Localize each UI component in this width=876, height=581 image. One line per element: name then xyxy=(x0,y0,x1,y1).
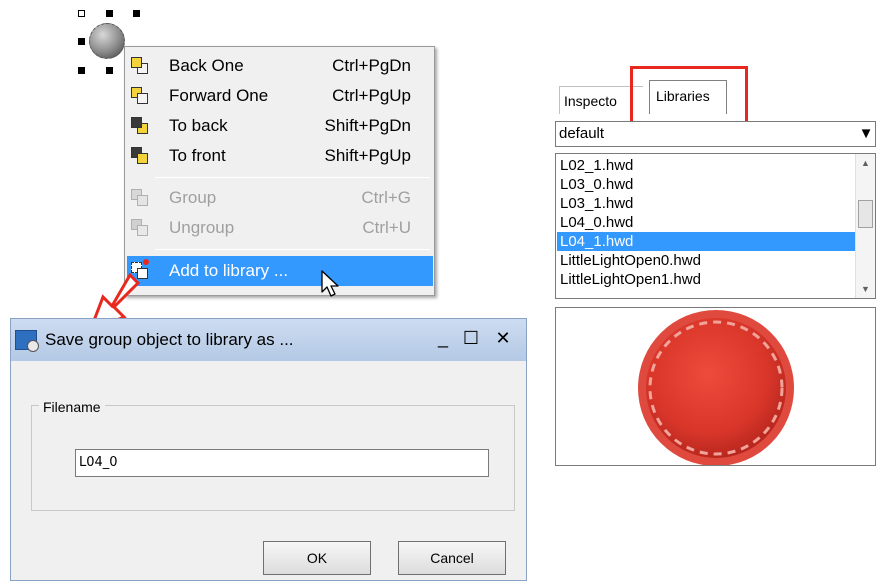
library-preview xyxy=(555,307,876,466)
gray-knob-object[interactable] xyxy=(89,23,125,59)
menu-separator xyxy=(155,249,430,250)
scroll-up-icon[interactable]: ▲ xyxy=(861,158,870,168)
scroll-down-icon[interactable]: ▼ xyxy=(861,284,870,294)
filename-input[interactable]: L04_0 xyxy=(75,449,489,477)
dialog-title-bar[interactable]: Save group object to library as ... _ ☐ … xyxy=(11,319,526,361)
menu-item-to-back[interactable]: To back Shift+PgDn xyxy=(127,111,433,141)
scroll-thumb[interactable] xyxy=(858,200,873,228)
menu-item-shortcut: Shift+PgDn xyxy=(324,116,411,135)
forward-one-icon xyxy=(131,87,149,105)
menu-item-shortcut: Ctrl+PgDn xyxy=(332,56,411,75)
library-select[interactable]: default ▼ xyxy=(555,121,876,147)
menu-item-ungroup[interactable]: Ungroup Ctrl+U xyxy=(127,213,433,243)
menu-item-group[interactable]: Group Ctrl+G xyxy=(127,183,433,213)
menu-item-shortcut: Ctrl+U xyxy=(362,218,411,237)
list-item[interactable]: L03_1.hwd xyxy=(557,194,855,213)
context-menu: Back One Ctrl+PgDn Forward One Ctrl+PgUp… xyxy=(124,46,435,296)
resize-handle[interactable] xyxy=(78,10,85,17)
red-highlight-box xyxy=(630,66,748,126)
filename-group-label: Filename xyxy=(39,399,105,415)
list-item[interactable]: LittleLightOpen1.hwd xyxy=(557,270,855,288)
menu-item-back-one[interactable]: Back One Ctrl+PgDn xyxy=(127,51,433,81)
close-button[interactable]: ✕ xyxy=(491,327,515,351)
list-item[interactable]: L04_0.hwd xyxy=(557,213,855,232)
ok-button[interactable]: OK xyxy=(263,541,371,575)
menu-item-forward-one[interactable]: Forward One Ctrl+PgUp xyxy=(127,81,433,111)
resize-handle[interactable] xyxy=(106,67,113,74)
maximize-button[interactable]: ☐ xyxy=(459,327,483,351)
dialog-title: Save group object to library as ... xyxy=(45,330,294,349)
list-item[interactable]: L02_1.hwd xyxy=(557,156,855,175)
menu-item-add-to-library[interactable]: Add to library ... xyxy=(127,256,433,286)
to-front-icon xyxy=(131,147,149,165)
vertical-scrollbar[interactable]: ▲ ▼ xyxy=(855,154,875,298)
minimize-button[interactable]: _ xyxy=(431,327,455,351)
resize-handle[interactable] xyxy=(133,10,140,17)
menu-item-shortcut: Shift+PgUp xyxy=(324,146,411,165)
group-icon xyxy=(131,189,149,207)
mouse-cursor-icon xyxy=(321,270,339,297)
app-icon xyxy=(15,330,39,352)
menu-item-to-front[interactable]: To front Shift+PgUp xyxy=(127,141,433,171)
ungroup-icon xyxy=(131,219,149,237)
menu-item-label: Add to library ... xyxy=(169,261,289,280)
back-one-icon xyxy=(131,57,149,75)
library-file-list[interactable]: L02_1.hwd L03_0.hwd L03_1.hwd L04_0.hwd … xyxy=(555,153,876,299)
menu-item-shortcut: Ctrl+G xyxy=(361,188,411,207)
save-to-library-dialog: Save group object to library as ... _ ☐ … xyxy=(10,318,527,581)
list-item-selected[interactable]: L04_1.hwd xyxy=(557,232,855,251)
list-item[interactable]: L03_0.hwd xyxy=(557,175,855,194)
menu-item-shortcut: Ctrl+PgUp xyxy=(332,86,411,105)
cancel-button[interactable]: Cancel xyxy=(398,541,506,575)
chevron-down-icon[interactable]: ▼ xyxy=(857,122,875,146)
list-item[interactable]: LittleLightOpen0.hwd xyxy=(557,251,855,270)
resize-handle[interactable] xyxy=(78,38,85,45)
menu-separator xyxy=(155,177,430,178)
resize-handle[interactable] xyxy=(78,67,85,74)
red-button-preview-icon xyxy=(638,310,794,466)
library-select-value: default xyxy=(559,125,605,142)
to-back-icon xyxy=(131,117,149,135)
resize-handle[interactable] xyxy=(106,10,113,17)
